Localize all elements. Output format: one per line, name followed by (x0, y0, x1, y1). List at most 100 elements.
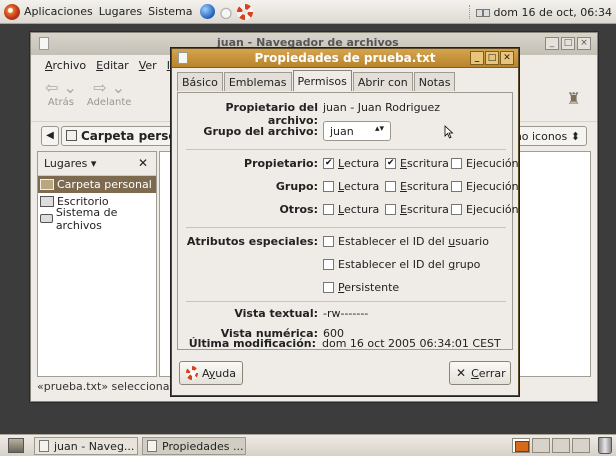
label-rest: ectura (343, 157, 380, 170)
label-pre: A (202, 366, 209, 380)
close-button[interactable]: × (577, 37, 591, 50)
checkbox-box (323, 236, 334, 247)
checkbox-box (385, 181, 396, 192)
minimize-button[interactable]: _ (470, 51, 484, 65)
owner-read-checkbox[interactable]: Lectura (323, 157, 379, 170)
setgid-checkbox[interactable]: Establecer el ID del grupo (323, 258, 480, 271)
owner-write-checkbox[interactable]: Escritura (385, 157, 449, 170)
workspace-2[interactable] (532, 438, 550, 453)
help-icon (186, 366, 198, 380)
label-rest: suario (455, 235, 489, 248)
checkbox-box (451, 158, 462, 169)
mail-launcher-icon[interactable] (218, 4, 235, 19)
trash-icon[interactable] (598, 437, 612, 454)
group-label: Grupo del archivo: (203, 125, 318, 138)
sticky-checkbox[interactable]: Persistente (323, 281, 399, 294)
others-exec-checkbox[interactable]: Ejecución (451, 203, 519, 216)
checkbox-label: Lectura (338, 157, 379, 170)
forward-button[interactable]: ⇨ ⌄ Adelante (86, 78, 132, 109)
checkbox-box (385, 158, 396, 169)
applications-menu[interactable]: Aplicaciones (24, 5, 93, 18)
forward-arrow-icon: ⇨ ⌄ (93, 78, 126, 97)
maximize-button[interactable]: □ (485, 51, 499, 65)
task-label: Propiedades ... (162, 439, 244, 453)
close-button[interactable]: ✕ (500, 51, 514, 65)
window-icon (39, 440, 49, 452)
taskbar-item-file-browser[interactable]: juan - Naveg... (34, 437, 138, 455)
places-menu[interactable]: Lugares (99, 5, 142, 18)
sidebar-item-home[interactable]: Carpeta personal (38, 176, 156, 193)
menu-label: ditar (103, 58, 129, 72)
help-button[interactable]: Ayuda (179, 361, 243, 385)
checkbox-box (323, 282, 334, 293)
label-rest: ersistente (344, 281, 400, 294)
web-browser-launcher-icon[interactable] (200, 4, 216, 19)
tab-abrir-con[interactable]: Abrir con (352, 72, 413, 91)
home-folder-icon (40, 179, 54, 190)
taskbar-item-properties[interactable]: Propiedades ... (142, 437, 246, 455)
menu-editar[interactable]: Editar (96, 59, 129, 72)
sidebar-item-filesystem[interactable]: Sistema de archivos (38, 206, 156, 232)
show-desktop-icon[interactable] (8, 438, 24, 453)
group-select[interactable]: juan ▴▾ (323, 121, 391, 141)
clock[interactable]: dom 16 de oct, 06:34 (494, 6, 612, 19)
owner-label: Propietario del archivo: (225, 101, 318, 127)
label-rest: scritura (406, 180, 449, 193)
tab-permisos[interactable]: Permisos (292, 70, 352, 91)
workspace-3[interactable] (552, 438, 570, 453)
label-rest: ectura (343, 203, 380, 216)
text-view-value: -rw------- (323, 307, 369, 320)
label-rest: scritura (406, 203, 449, 216)
applications-menu-icon[interactable] (4, 3, 20, 20)
special-attributes-label: Atributos especiales: (186, 235, 318, 248)
dialog-tabs: Básico Emblemas Permisos Abrir con Notas (177, 70, 456, 92)
setuid-checkbox[interactable]: Establecer el ID del usuario (323, 235, 489, 248)
forward-label: Adelante (86, 97, 132, 108)
tab-notas[interactable]: Notas (413, 72, 456, 91)
system-menu[interactable]: Sistema (148, 5, 192, 18)
checkbox-box (323, 181, 334, 192)
owner-value: juan - Juan Rodriguez (323, 101, 441, 114)
sidebar-mode-select[interactable]: Lugares ▾ (44, 157, 96, 170)
checkbox-label: Ejecución (466, 203, 519, 216)
workspace-1[interactable] (512, 438, 530, 453)
group-exec-checkbox[interactable]: Ejecución (451, 180, 519, 193)
others-read-checkbox[interactable]: Lectura (323, 203, 379, 216)
group-write-checkbox[interactable]: Escritura (385, 180, 449, 193)
path-left-arrow-button[interactable]: ◀ (41, 125, 59, 146)
menu-ver[interactable]: Ver (139, 59, 157, 72)
checkbox-label: Persistente (338, 281, 399, 294)
close-dialog-button[interactable]: ✕ Cerrar (449, 361, 511, 385)
back-button[interactable]: ⇦ ⌄ Atrás (45, 79, 77, 109)
dialog-titlebar[interactable]: Propiedades de prueba.txt _ □ ✕ (172, 49, 518, 68)
document-icon (147, 440, 157, 452)
label-rest: errar (478, 366, 506, 380)
menu-label: er (145, 58, 157, 72)
checkbox-label: Escritura (400, 157, 449, 170)
checkbox-box (451, 181, 462, 192)
close-sidebar-icon[interactable]: ✕ (138, 156, 148, 170)
tab-emblemas[interactable]: Emblemas (223, 72, 292, 91)
top-panel: Aplicaciones Lugares Sistema dom 16 de o… (0, 0, 616, 24)
label-rest: ectura (343, 180, 380, 193)
window-controls: _ □ × (545, 37, 591, 50)
tab-basico[interactable]: Básico (177, 72, 223, 91)
menu-archivo[interactable]: Archivo (45, 59, 86, 72)
sidebar-mode-label: Lugares (44, 157, 88, 170)
others-write-checkbox[interactable]: Escritura (385, 203, 449, 216)
workspace-4[interactable] (572, 438, 590, 453)
help-launcher-icon[interactable] (237, 3, 254, 20)
mouse-cursor-icon (444, 125, 454, 139)
minimize-button[interactable]: _ (545, 37, 559, 50)
checkbox-box (385, 204, 396, 215)
owner-exec-checkbox[interactable]: Ejecución (451, 157, 519, 170)
label-rest: rupo (455, 258, 481, 271)
maximize-button[interactable]: □ (561, 37, 575, 50)
label-pre: E (466, 203, 473, 216)
checkbox-label: Ejecución (466, 180, 519, 193)
select-arrows-icon: ⬍ (570, 129, 580, 143)
group-read-checkbox[interactable]: Lectura (323, 180, 379, 193)
network-icon[interactable] (475, 7, 490, 17)
checkbox-label: Establecer el ID del usuario (338, 235, 489, 248)
checkbox-box (323, 204, 334, 215)
